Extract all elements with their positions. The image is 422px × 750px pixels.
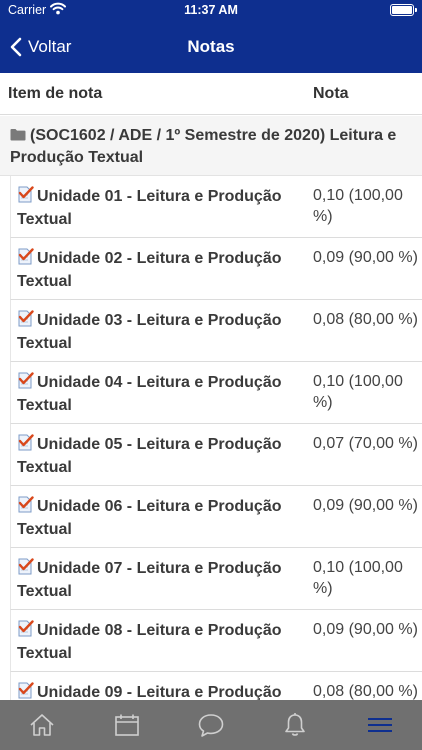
grade-value: 0,07 (70,00 %) xyxy=(313,435,418,452)
grade-item-label: Unidade 06 - Leitura e Produção Textual xyxy=(17,496,302,540)
table-row[interactable]: Unidade 03 - Leitura e Produção Textual 0… xyxy=(10,300,422,362)
grade-item-label: Unidade 08 - Leitura e Produção Textual xyxy=(17,620,302,664)
calendar-icon xyxy=(114,714,139,736)
assignment-check-icon xyxy=(17,496,34,520)
grade-item-label: Unidade 04 - Leitura e Produção Textual xyxy=(17,372,302,416)
grade-value: 0,10 (100,00 %) xyxy=(313,373,403,411)
menu-icon xyxy=(367,718,392,732)
table-row[interactable]: Unidade 01 - Leitura e Produção Textual 0… xyxy=(10,176,422,238)
grade-value: 0,08 (80,00 %) xyxy=(313,311,418,328)
tab-calendar[interactable] xyxy=(84,700,168,750)
grade-item-label: Unidade 07 - Leitura e Produção Textual xyxy=(17,558,302,602)
tab-home[interactable] xyxy=(0,700,84,750)
table-row[interactable]: Unidade 05 - Leitura e Produção Textual 0… xyxy=(10,424,422,486)
grade-value: 0,09 (90,00 %) xyxy=(313,497,418,514)
grade-item-text: Unidade 01 - Leitura e Produção Textual xyxy=(17,188,282,228)
bell-icon xyxy=(285,713,306,736)
assignment-check-icon xyxy=(17,186,34,210)
table-header: Item de nota Nota xyxy=(0,73,422,115)
grade-item-text: Unidade 04 - Leitura e Produção Textual xyxy=(17,374,282,414)
back-button[interactable]: Voltar xyxy=(6,32,71,62)
assignment-check-icon xyxy=(17,434,34,458)
category-title: (SOC1602 / ADE / 1º Semestre de 2020) Le… xyxy=(10,127,397,166)
tab-bar xyxy=(0,700,422,750)
grade-item-text: Unidade 08 - Leitura e Produção Textual xyxy=(17,622,282,662)
chevron-left-icon xyxy=(10,37,22,57)
grade-item-text: Unidade 06 - Leitura e Produção Textual xyxy=(17,498,282,538)
tab-notifications[interactable] xyxy=(253,700,337,750)
grade-list: Unidade 01 - Leitura e Produção Textual 0… xyxy=(0,176,422,734)
status-bar: Carrier 11:37 AM xyxy=(0,0,422,22)
column-header-item: Item de nota xyxy=(8,85,103,102)
table-row[interactable]: Unidade 02 - Leitura e Produção Textual 0… xyxy=(10,238,422,300)
table-row[interactable]: Unidade 07 - Leitura e Produção Textual 0… xyxy=(10,548,422,610)
clock-label: 11:37 AM xyxy=(184,3,238,17)
grade-value: 0,10 (100,00 %) xyxy=(313,187,403,225)
grade-item-label: Unidade 05 - Leitura e Produção Textual xyxy=(17,434,302,478)
folder-icon xyxy=(10,126,26,147)
grade-value: 0,09 (90,00 %) xyxy=(313,621,418,638)
assignment-check-icon xyxy=(17,620,34,644)
chat-icon xyxy=(198,714,224,737)
grade-item-text: Unidade 05 - Leitura e Produção Textual xyxy=(17,436,282,476)
navigation-bar: Carrier 11:37 AM Voltar Notas xyxy=(0,0,422,73)
assignment-check-icon xyxy=(17,248,34,272)
grade-item-text: Unidade 02 - Leitura e Produção Textual xyxy=(17,250,282,290)
column-header-grade: Nota xyxy=(313,85,349,102)
grade-item-text: Unidade 03 - Leitura e Produção Textual xyxy=(17,312,282,352)
grade-item-label: Unidade 01 - Leitura e Produção Textual xyxy=(17,186,302,230)
category-row: (SOC1602 / ADE / 1º Semestre de 2020) Le… xyxy=(0,116,422,176)
grade-value: 0,09 (90,00 %) xyxy=(313,249,418,266)
grade-value: 0,10 (100,00 %) xyxy=(313,559,403,597)
grade-item-text: Unidade 07 - Leitura e Produção Textual xyxy=(17,560,282,600)
table-row[interactable]: Unidade 04 - Leitura e Produção Textual 0… xyxy=(10,362,422,424)
back-button-label: Voltar xyxy=(28,37,72,56)
grade-item-label: Unidade 03 - Leitura e Produção Textual xyxy=(17,310,302,354)
assignment-check-icon xyxy=(17,310,34,334)
table-row[interactable]: Unidade 08 - Leitura e Produção Textual 0… xyxy=(10,610,422,672)
table-row[interactable]: Unidade 06 - Leitura e Produção Textual 0… xyxy=(10,486,422,548)
home-icon xyxy=(30,714,54,736)
battery-icon xyxy=(390,4,417,16)
tab-menu[interactable] xyxy=(338,700,422,750)
tab-messages[interactable] xyxy=(169,700,253,750)
assignment-check-icon xyxy=(17,372,34,396)
grade-item-label: Unidade 02 - Leitura e Produção Textual xyxy=(17,248,302,292)
assignment-check-icon xyxy=(17,558,34,582)
